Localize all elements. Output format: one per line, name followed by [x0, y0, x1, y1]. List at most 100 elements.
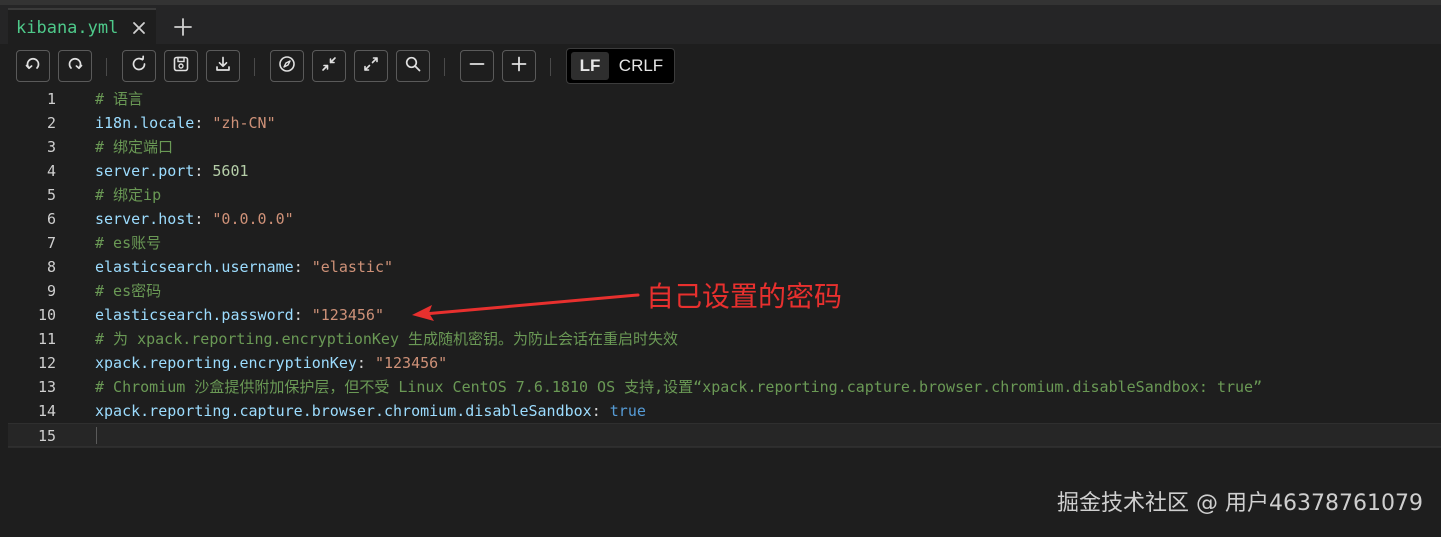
save-button[interactable]	[164, 50, 198, 82]
code-comment: # 绑定ip	[95, 186, 162, 204]
tab-kibana-yml[interactable]: kibana.yml	[8, 8, 156, 45]
code-comment: # 为 xpack.reporting.encryptionKey 生成随机密钥…	[95, 330, 679, 348]
yaml-key: elasticsearch.username	[95, 258, 294, 276]
yaml-key: xpack.reporting.capture.browser.chromium…	[95, 402, 592, 420]
annotation-label: 自己设置的密码	[646, 280, 843, 313]
yaml-key: server.host	[95, 210, 195, 228]
download-button[interactable]	[206, 50, 240, 82]
expand-button[interactable]	[354, 50, 388, 82]
yaml-separator: :	[194, 210, 213, 228]
undo-button[interactable]	[16, 50, 50, 82]
line-content: xpack.reporting.capture.browser.chromium…	[95, 399, 646, 423]
code-line[interactable]: 2 i18n.locale: "zh-CN"	[8, 111, 1441, 135]
line-number: 7	[46, 234, 56, 252]
yaml-value: "123456"	[311, 306, 384, 324]
toolbar-separator	[254, 58, 255, 76]
line-content: # 绑定ip	[95, 183, 161, 207]
code-line[interactable]: 6 server.host: "0.0.0.0"	[8, 207, 1441, 231]
code-line[interactable]: 15	[8, 423, 1441, 447]
line-number: 14	[37, 402, 56, 420]
yaml-key: i18n.locale	[95, 114, 195, 132]
reload-button[interactable]	[122, 50, 156, 82]
code-editor[interactable]: 1 # 语言 2 i18n.locale: "zh-CN" 3 # 绑定端口 4 server…	[8, 87, 1441, 447]
expand-icon	[362, 55, 380, 77]
compass-icon	[278, 55, 296, 77]
line-content: # 语言	[95, 87, 143, 111]
new-tab-plus-icon[interactable]	[172, 16, 194, 38]
line-content: # 为 xpack.reporting.encryptionKey 生成随机密钥…	[95, 327, 678, 351]
search-icon	[404, 55, 422, 77]
line-number: 4	[46, 162, 56, 180]
annotation-arrow	[412, 293, 640, 321]
collapse-button[interactable]	[312, 50, 346, 82]
code-comment: # es账号	[95, 234, 162, 252]
line-content: elasticsearch.password: "123456"	[95, 303, 384, 327]
yaml-value: "zh-CN"	[212, 114, 276, 132]
yaml-separator: :	[293, 258, 312, 276]
line-number: 1	[46, 90, 56, 108]
zoom-out-icon	[468, 55, 486, 77]
line-content: # es账号	[95, 231, 161, 255]
yaml-value: "0.0.0.0"	[212, 210, 294, 228]
code-line[interactable]: 7 # es账号	[8, 231, 1441, 255]
search-button[interactable]	[396, 50, 430, 82]
reload-icon	[130, 55, 148, 77]
code-line[interactable]: 1 # 语言	[8, 87, 1441, 111]
code-line[interactable]: 11 # 为 xpack.reporting.encryptionKey 生成随机…	[8, 327, 1441, 351]
code-line[interactable]: 5 # 绑定ip	[8, 183, 1441, 207]
title-bar-strip	[0, 0, 1441, 5]
eol-option-crlf[interactable]: CRLF	[613, 52, 669, 80]
line-content: xpack.reporting.encryptionKey: "123456"	[95, 351, 447, 375]
line-content: server.host: "0.0.0.0"	[95, 207, 294, 231]
yaml-value: "elastic"	[311, 258, 394, 276]
editor-bottom-divider	[8, 447, 1441, 448]
line-content: # 绑定端口	[95, 135, 173, 159]
text-caret	[96, 427, 97, 444]
code-line[interactable]: 14 xpack.reporting.capture.browser.chromi…	[8, 399, 1441, 423]
code-line[interactable]: 12 xpack.reporting.encryptionKey: "123456…	[8, 351, 1441, 375]
tab-title: kibana.yml	[16, 18, 119, 38]
redo-button[interactable]	[58, 50, 92, 82]
code-comment: # 绑定端口	[95, 138, 174, 156]
zoom-in-button[interactable]	[502, 50, 536, 82]
collapse-icon	[320, 55, 338, 77]
yaml-value: true	[609, 402, 646, 420]
line-ending-toggle: LF CRLF	[566, 48, 675, 84]
yaml-value: "123456"	[374, 354, 448, 372]
line-content: elasticsearch.username: "elastic"	[95, 255, 393, 279]
toolbar: LF CRLF	[0, 45, 1441, 87]
title-bar: kibana.yml	[0, 0, 1441, 45]
line-number: 2	[46, 114, 56, 132]
yaml-separator: :	[591, 402, 610, 420]
code-line[interactable]: 4 server.port: 5601	[8, 159, 1441, 183]
line-content: # es密码	[95, 279, 161, 303]
zoom-in-icon	[510, 55, 528, 77]
line-number: 15	[37, 427, 56, 445]
yaml-key: server.port	[95, 162, 195, 180]
eol-option-lf[interactable]: LF	[571, 52, 609, 80]
save-icon	[172, 55, 190, 77]
navigate-button[interactable]	[270, 50, 304, 82]
line-number: 3	[46, 138, 56, 156]
code-line[interactable]: 13 # Chromium 沙盒提供附加保护层，但不受 Linux CentOS …	[8, 375, 1441, 399]
line-number: 5	[46, 186, 56, 204]
yaml-separator: :	[293, 306, 312, 324]
zoom-out-button[interactable]	[460, 50, 494, 82]
yaml-separator: :	[194, 114, 213, 132]
line-number: 12	[37, 354, 56, 372]
line-number: 13	[37, 378, 56, 396]
undo-icon	[24, 55, 42, 77]
line-number: 11	[37, 330, 56, 348]
code-comment: # es密码	[95, 282, 162, 300]
line-number: 9	[46, 282, 56, 300]
close-icon[interactable]	[131, 20, 147, 36]
code-comment: # Chromium 沙盒提供附加保护层，但不受 Linux CentOS 7.…	[95, 378, 1263, 396]
watermark: 掘金技术社区 @ 用户46378761079	[1057, 491, 1423, 516]
code-comment: # 语言	[95, 90, 144, 108]
code-line[interactable]: 8 elasticsearch.username: "elastic"	[8, 255, 1441, 279]
yaml-separator: :	[356, 354, 375, 372]
code-line[interactable]: 3 # 绑定端口	[8, 135, 1441, 159]
yaml-key: xpack.reporting.encryptionKey	[95, 354, 357, 372]
download-icon	[214, 55, 232, 77]
toolbar-separator	[550, 58, 551, 76]
